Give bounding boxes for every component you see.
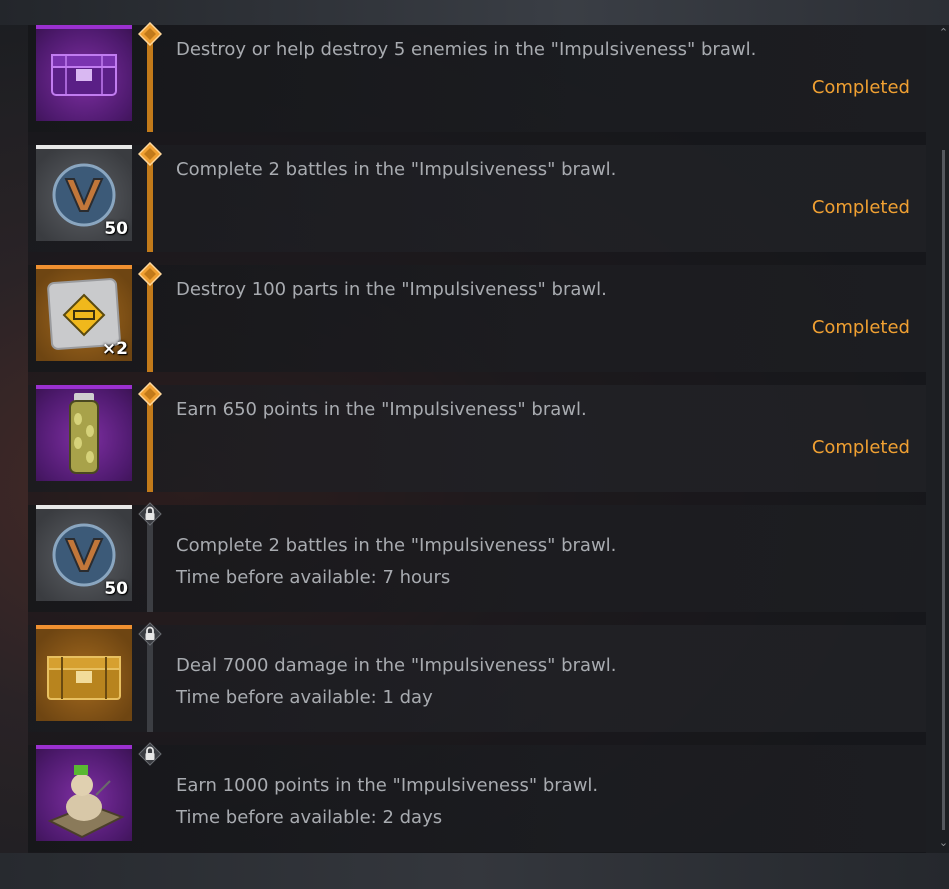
progress-track	[147, 517, 153, 612]
battle-pass-points-icon[interactable]: 50	[36, 505, 132, 601]
padlock-icon	[138, 502, 162, 526]
task-list-panel: Destroy or help destroy 5 enemies in the…	[28, 21, 926, 853]
task-row[interactable]: 50 Complete 2 battles in the "Impulsiven…	[28, 141, 926, 252]
task-row[interactable]: ×2 Destroy 100 parts in the "Impulsivene…	[28, 261, 926, 372]
availability-time: Time before available: 1 day	[176, 687, 433, 708]
progress-track	[147, 637, 153, 732]
availability-time: Time before available: 2 days	[176, 807, 443, 828]
progress-track	[147, 37, 153, 132]
scrollbar[interactable]: ⌃ ⌄	[938, 25, 949, 853]
figurine-decor-icon[interactable]	[36, 745, 132, 841]
task-description: Complete 2 battles in the "Impulsiveness…	[176, 535, 617, 556]
paint-can-icon[interactable]	[36, 385, 132, 481]
availability-time: Time before available: 7 hours	[176, 567, 451, 588]
gold-crate-icon[interactable]	[36, 625, 132, 721]
padlock-icon	[138, 742, 162, 766]
task-row[interactable]: Earn 650 points in the "Impulsiveness" b…	[28, 381, 926, 492]
battle-pass-points-icon[interactable]: 50	[36, 145, 132, 241]
chevron-down-icon[interactable]: ⌄	[938, 837, 949, 848]
background-bottom	[0, 853, 949, 889]
reward-badge: 50	[104, 219, 128, 239]
task-status: Completed	[811, 317, 910, 338]
task-row[interactable]: Earn 1000 points in the "Impulsiveness" …	[28, 742, 926, 852]
diamond-icon	[137, 381, 163, 407]
reward-badge: ×2	[101, 339, 128, 359]
task-status: Completed	[811, 77, 910, 98]
task-row[interactable]: Deal 7000 damage in the "Impulsiveness" …	[28, 622, 926, 732]
chevron-up-icon[interactable]: ⌃	[938, 27, 949, 38]
padlock-icon	[138, 622, 162, 646]
scroll-thumb[interactable]	[942, 150, 945, 830]
task-description: Deal 7000 damage in the "Impulsiveness" …	[176, 655, 617, 676]
task-description: Complete 2 battles in the "Impulsiveness…	[176, 159, 617, 180]
sticker-icon[interactable]: ×2	[36, 265, 132, 361]
purple-crate-icon[interactable]	[36, 25, 132, 121]
reward-badge: 50	[104, 579, 128, 599]
task-status: Completed	[811, 437, 910, 458]
diamond-icon	[137, 21, 163, 47]
task-row[interactable]: Destroy or help destroy 5 enemies in the…	[28, 21, 926, 132]
task-description: Destroy 100 parts in the "Impulsiveness"…	[176, 279, 607, 300]
diamond-icon	[137, 261, 163, 287]
task-row[interactable]: 50 Complete 2 battles in the "Impulsiven…	[28, 502, 926, 612]
task-description: Destroy or help destroy 5 enemies in the…	[176, 39, 757, 60]
diamond-icon	[137, 141, 163, 167]
task-description: Earn 650 points in the "Impulsiveness" b…	[176, 399, 587, 420]
task-description: Earn 1000 points in the "Impulsiveness" …	[176, 775, 599, 796]
task-status: Completed	[811, 197, 910, 218]
